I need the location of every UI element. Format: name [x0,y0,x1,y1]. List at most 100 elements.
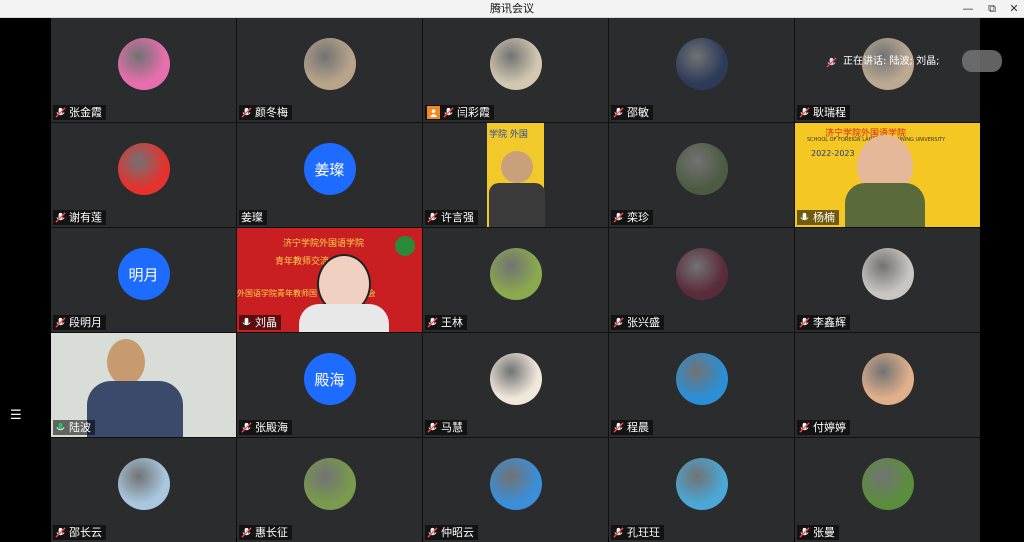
participant-name: 颜冬梅 [255,106,288,119]
participant-tile[interactable]: 惠长征 [237,438,422,542]
minimize-button[interactable]: — [956,0,980,17]
mic-muted-icon [613,212,624,223]
avatar [117,458,170,510]
participant-name: 谢有莲 [69,211,102,224]
participant-name: 栾珍 [627,211,649,224]
participant-name-label: 张兴盛 [611,315,664,330]
camera-toggle-icon[interactable] [962,50,1002,72]
participant-tile[interactable]: 学院 外国 许言强 [423,123,608,227]
avatar [303,38,356,90]
participant-name: 邵敏 [627,106,649,119]
participant-tile[interactable]: 明月 段明月 [51,228,236,332]
avatar [303,458,356,510]
avatar [675,458,728,510]
mic-muted-icon [799,317,810,328]
mic-muted-icon [613,107,624,118]
participant-name: 马慧 [441,421,463,434]
mic-muted-icon [799,422,810,433]
avatar [489,38,542,90]
participant-name: 邵长云 [69,526,102,539]
participant-name-label: 颜冬梅 [239,105,292,120]
participant-name: 惠长征 [255,526,288,539]
participant-name-label: 李鑫辉 [797,315,850,330]
participant-tile[interactable]: 付婷婷 [795,333,980,437]
participant-tile[interactable]: 张金霞 [51,18,236,122]
participant-tile[interactable]: 程晨 [609,333,794,437]
participant-name-label: 邵长云 [53,525,106,540]
avatar [861,353,914,405]
mic-muted-icon [443,107,454,118]
mic-icon [242,317,251,326]
participant-name-label: 耿瑞程 [797,105,850,120]
participant-name-label: 仲昭云 [425,525,478,540]
participant-name-label: 谢有莲 [53,210,106,225]
participant-tile[interactable]: 仲昭云 [423,438,608,542]
participant-tile[interactable]: 邵敏 [609,18,794,122]
participant-tile[interactable]: 陆波 [51,333,236,437]
menu-list-icon[interactable]: ☰ [10,408,24,424]
participant-name: 许言强 [441,211,474,224]
participant-name: 段明月 [69,316,102,329]
close-button[interactable]: ✕ [1002,0,1024,17]
participant-name: 仲昭云 [441,526,474,539]
participant-name-label: 姜璨 [239,210,267,225]
participant-name-label: 付婷婷 [797,420,850,435]
participant-tile[interactable]: 姜璨 姜璨 [237,123,422,227]
user-icon [427,106,440,119]
video-feed: 学院 外国 [487,123,545,227]
avatar [489,458,542,510]
participant-name-label: 栾珍 [611,210,653,225]
participant-tile[interactable]: 李鑫辉 [795,228,980,332]
mic-muted-icon [427,212,438,223]
mic-muted-icon [799,107,810,118]
avatar [861,458,914,510]
mic-muted-icon [427,317,438,328]
participant-name-label: 马慧 [425,420,467,435]
participant-name: 孔玨玨 [627,526,660,539]
participant-tile[interactable]: 马慧 [423,333,608,437]
mic-muted-icon [55,212,66,223]
participant-name-label: 杨楠 [797,210,839,225]
participant-name-label: 惠长征 [239,525,292,540]
participant-tile[interactable]: 济宁学院外国语学院SCHOOL OF FOREIGN LANGUAGES · J… [795,123,980,227]
mic-muted-icon [799,527,810,538]
participant-name: 张兴盛 [627,316,660,329]
participant-name: 杨楠 [813,211,835,224]
participant-tile[interactable]: 张曼 [795,438,980,542]
avatar [675,38,728,90]
participant-tile[interactable]: 谢有莲 [51,123,236,227]
participant-tile[interactable]: 张兴盛 [609,228,794,332]
person-figure [845,183,925,227]
text-avatar: 殿海 [303,353,356,405]
participant-tile[interactable]: 颜冬梅 [237,18,422,122]
participant-name-label: 张金霞 [53,105,106,120]
participant-tile[interactable]: 孔玨玨 [609,438,794,542]
avatar [675,353,728,405]
mic-muted-icon [55,317,66,328]
mic-muted-icon [241,422,252,433]
participant-tile[interactable]: 邵长云 [51,438,236,542]
participant-tile[interactable]: 济宁学院外国语学院 青年教师交流 四期 外国语学院青年教师国 经验分享交流会 刘晶 [237,228,422,332]
mic-muted-icon [427,527,438,538]
participant-tile[interactable]: 王林 [423,228,608,332]
participant-grid: 张金霞 颜冬梅 闫彩霞 邵敏 耿瑞程 谢有莲 姜璨 姜璨 学院 外国 许言强 栾珍 济宁学院外国语学院… [51,18,980,542]
participant-name: 张殿海 [255,421,288,434]
participant-name: 程晨 [627,421,649,434]
speaking-indicator: 正在讲话: 陆波; 刘晶; [820,52,945,72]
avatar [861,248,914,300]
participant-name-label: 许言强 [425,210,478,225]
participant-name: 耿瑞程 [813,106,846,119]
mic-muted-icon [613,422,624,433]
mic-muted-icon [241,527,252,538]
participant-name: 王林 [441,316,463,329]
mic-muted-icon [613,527,624,538]
participant-tile[interactable]: 闫彩霞 [423,18,608,122]
restore-button[interactable]: ⧉ [980,0,1004,17]
mic-active-icon [56,422,65,431]
avatar [489,353,542,405]
participant-tile[interactable]: 栾珍 [609,123,794,227]
title-bar: 腾讯会议 — ⧉ ✕ [0,0,1024,18]
speaking-label: 正在讲话: 陆波; 刘晶; [843,56,940,67]
avatar [675,248,728,300]
participant-tile[interactable]: 殿海张殿海 [237,333,422,437]
